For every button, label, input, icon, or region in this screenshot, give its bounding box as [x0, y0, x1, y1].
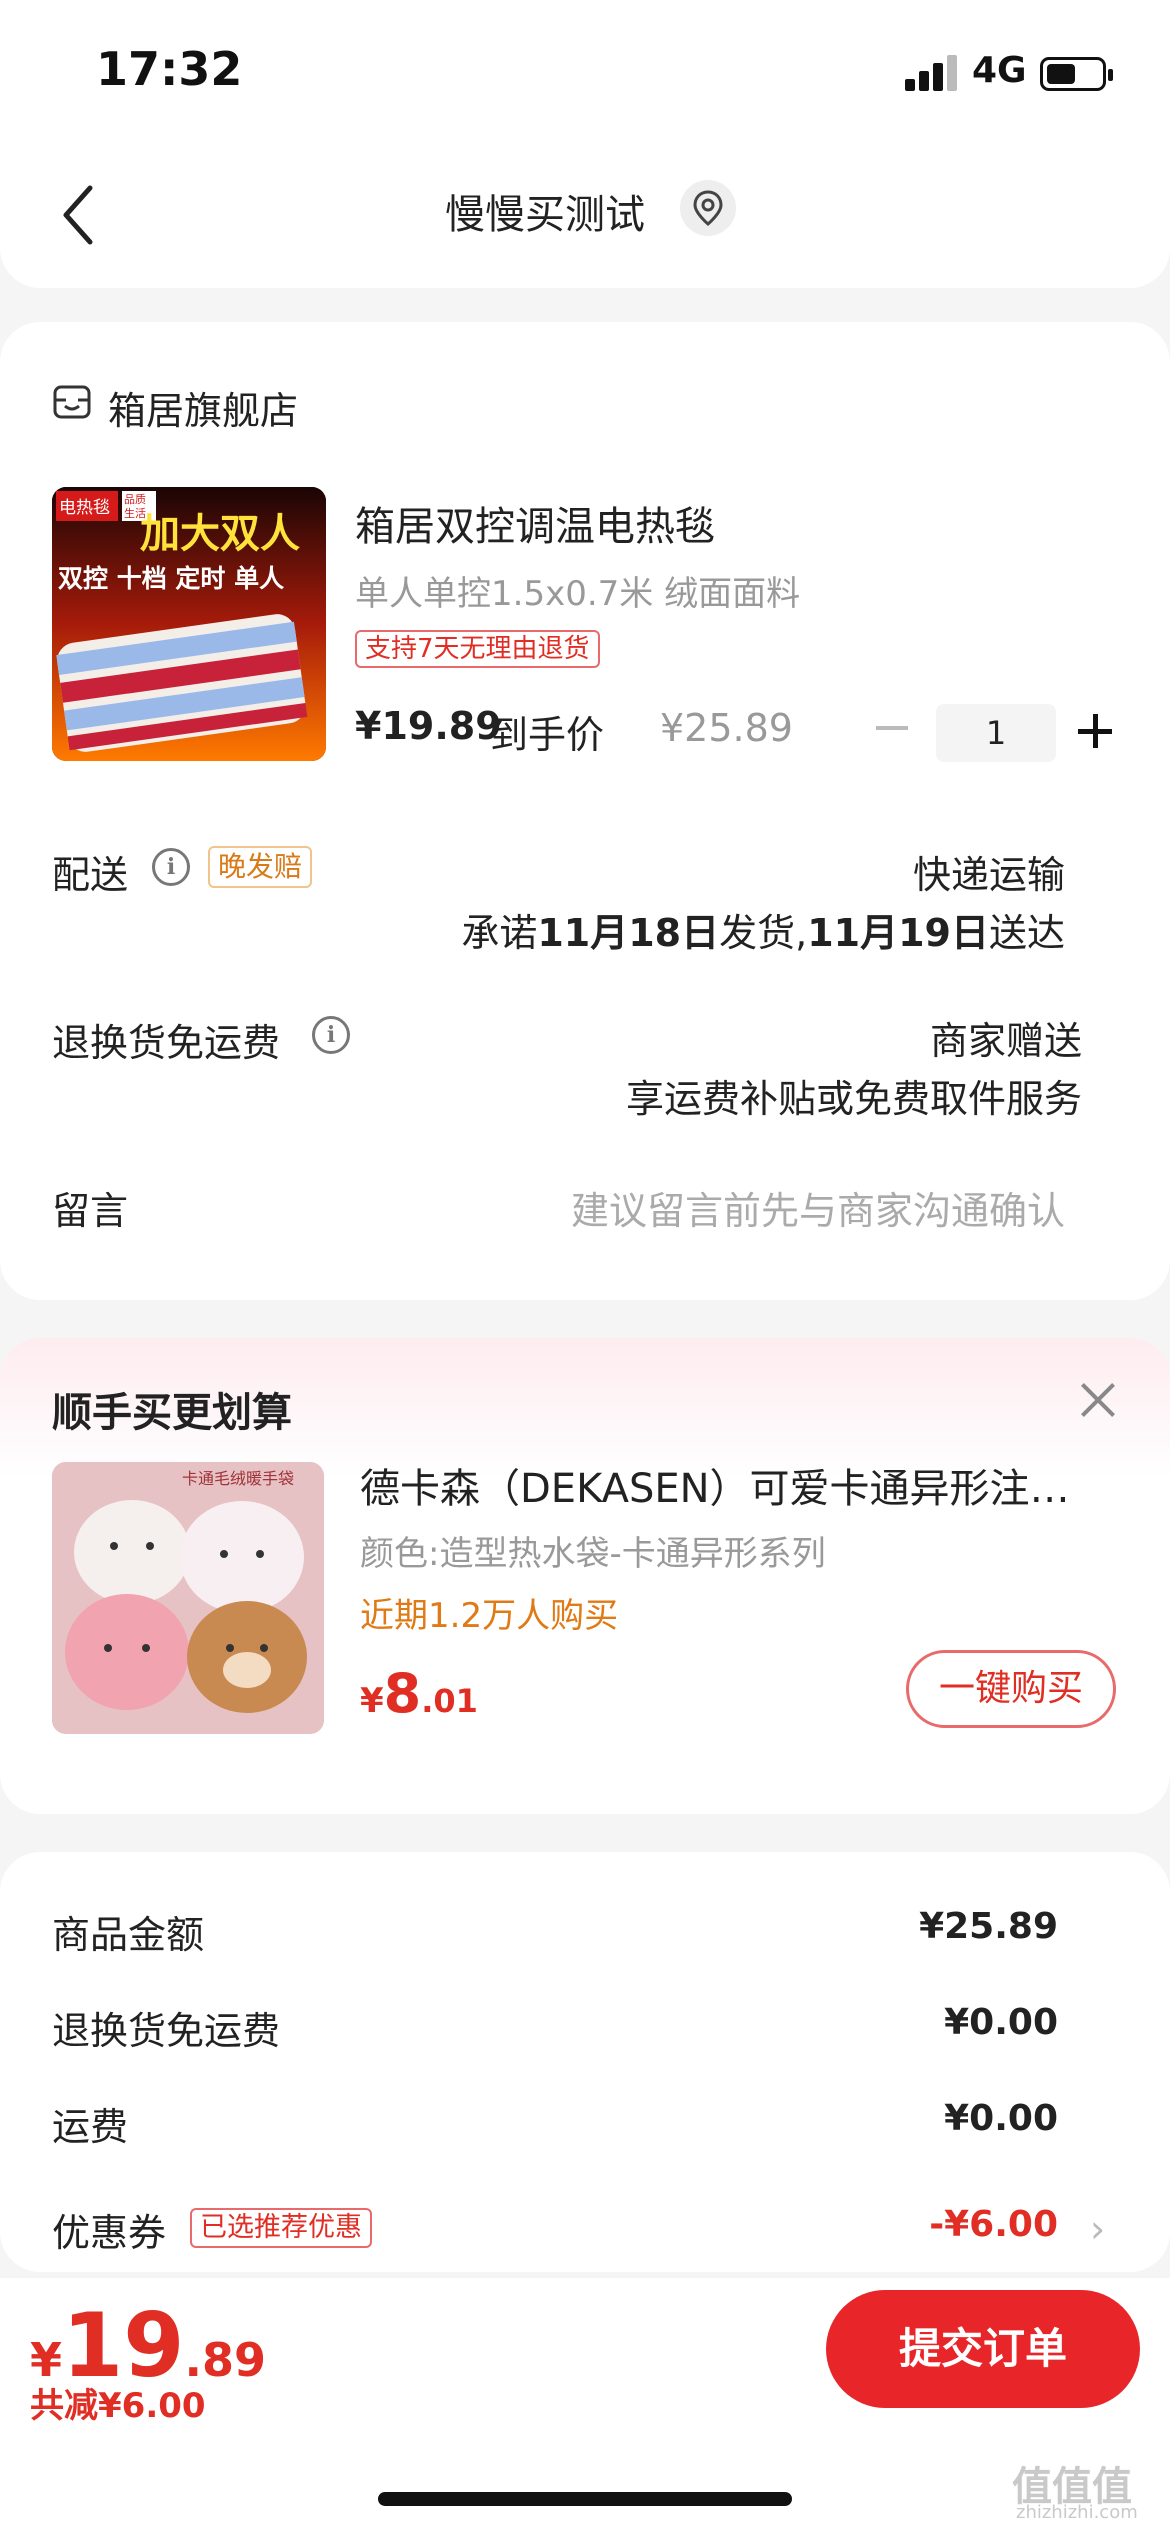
location-button[interactable] — [680, 180, 736, 236]
summary-return-value: ¥0.00 — [944, 2002, 1058, 2043]
signal-icon — [905, 55, 957, 91]
battery-icon — [1040, 57, 1113, 91]
message-input[interactable]: 建议留言前先与商家沟通确认 — [571, 1180, 1065, 1235]
close-icon[interactable] — [1080, 1382, 1116, 1418]
summary-goods-label: 商品金额 — [52, 1913, 205, 1957]
recommend-product-image[interactable]: 卡通毛绒暖手袋 — [52, 1462, 324, 1734]
store-icon — [53, 385, 91, 419]
summary-coupon-value[interactable]: -¥6.00 — [929, 2204, 1058, 2245]
submit-order-button[interactable]: 提交订单 — [826, 2290, 1140, 2408]
coupon-badge: 已选推荐优惠 — [190, 2208, 372, 2248]
product-spec[interactable]: 单人单控1.5x0.7米 绒面面料 — [355, 566, 800, 615]
recommend-title: 顺手买更划算 — [52, 1390, 292, 1436]
summary-goods-value: ¥25.89 — [919, 1906, 1058, 1947]
late-compensation-badge: 晚发赔 — [208, 846, 313, 888]
return-shipping-label: 退换货免运费 — [52, 1021, 281, 1065]
recommend-product-spec[interactable]: 颜色:造型热水袋-卡通异形系列 — [360, 1526, 880, 1575]
home-indicator[interactable] — [378, 2492, 792, 2506]
quantity-decrease-button[interactable] — [876, 726, 908, 730]
nav-bar: 慢慢买测试 — [0, 140, 1170, 288]
recommend-image-text: 卡通毛绒暖手袋 — [182, 1469, 294, 1488]
original-price: ¥25.89 — [660, 706, 793, 750]
final-price: ¥19.89 — [355, 704, 502, 748]
image-line-text: 双控 十档 定时 单人 — [58, 564, 284, 593]
watermark-sub: zhizhizhi.com — [1016, 2502, 1138, 2523]
delivery-promise: 承诺11月18日发货,11月19日送达 — [461, 911, 1065, 955]
one-click-buy-button[interactable]: 一键购买 — [906, 1650, 1116, 1728]
page-title: 慢慢买测试 — [445, 192, 645, 238]
total-discount: 共减¥6.00 — [30, 2386, 206, 2426]
summary-return-label: 退换货免运费 — [52, 2009, 281, 2053]
status-bar: 17:32 4G — [0, 0, 1170, 140]
order-card: 箱居旗舰店 电热毯 品质 生活 加大双人 双控 十档 定时 单人 箱居双控调温电… — [0, 322, 1170, 1300]
product-title[interactable]: 箱居双控调温电热毯 — [355, 494, 715, 552]
chevron-right-icon[interactable]: › — [1090, 2207, 1105, 2251]
network-type: 4G — [972, 50, 1027, 91]
return-policy-badge: 支持7天无理由退货 — [355, 630, 600, 668]
recommend-price: ¥8.01 — [360, 1662, 478, 1725]
store-name[interactable]: 箱居旗舰店 — [108, 380, 298, 435]
summary-card: 商品金额 ¥25.89 退换货免运费 ¥0.00 运费 ¥0.00 优惠券 已选… — [0, 1852, 1170, 2272]
status-time: 17:32 — [96, 42, 243, 96]
return-shipping-value: 商家赠送 — [929, 1019, 1082, 1063]
quantity-increase-button[interactable] — [1078, 714, 1112, 748]
delivery-method[interactable]: 快递运输 — [913, 844, 1065, 899]
recommend-sales: 近期1.2万人购买 — [360, 1596, 619, 1636]
recommend-product-name[interactable]: 德卡森（DEKASEN）可爱卡通异形注水热水袋 — [360, 1456, 1090, 1514]
recommend-card: 顺手买更划算 卡通毛绒暖手袋 德卡森（DEKASEN）可爱卡通异形注水热水袋 颜… — [0, 1338, 1170, 1814]
summary-coupon-label: 优惠券 — [52, 2211, 167, 2255]
return-shipping-desc: 享运费补贴或免费取件服务 — [625, 1077, 1082, 1121]
image-big-text: 加大双人 — [140, 511, 300, 557]
info-icon[interactable]: i — [312, 1016, 350, 1054]
svg-text:品质: 品质 — [124, 493, 146, 506]
product-image[interactable]: 电热毯 品质 生活 加大双人 双控 十档 定时 单人 — [52, 487, 326, 761]
final-price-label: 到手价 — [490, 713, 605, 757]
quantity-input[interactable]: 1 — [936, 704, 1056, 762]
summary-shipping-label: 运费 — [52, 2105, 129, 2149]
bottom-bar: ¥19.89 共减¥6.00 提交订单 — [0, 2278, 1170, 2532]
delivery-label: 配送 — [52, 853, 129, 897]
location-pin-icon — [693, 190, 723, 226]
info-icon[interactable]: i — [152, 848, 190, 886]
summary-shipping-value: ¥0.00 — [944, 2098, 1058, 2139]
message-label: 留言 — [52, 1189, 129, 1233]
image-tag-text: 电热毯 — [59, 498, 110, 518]
